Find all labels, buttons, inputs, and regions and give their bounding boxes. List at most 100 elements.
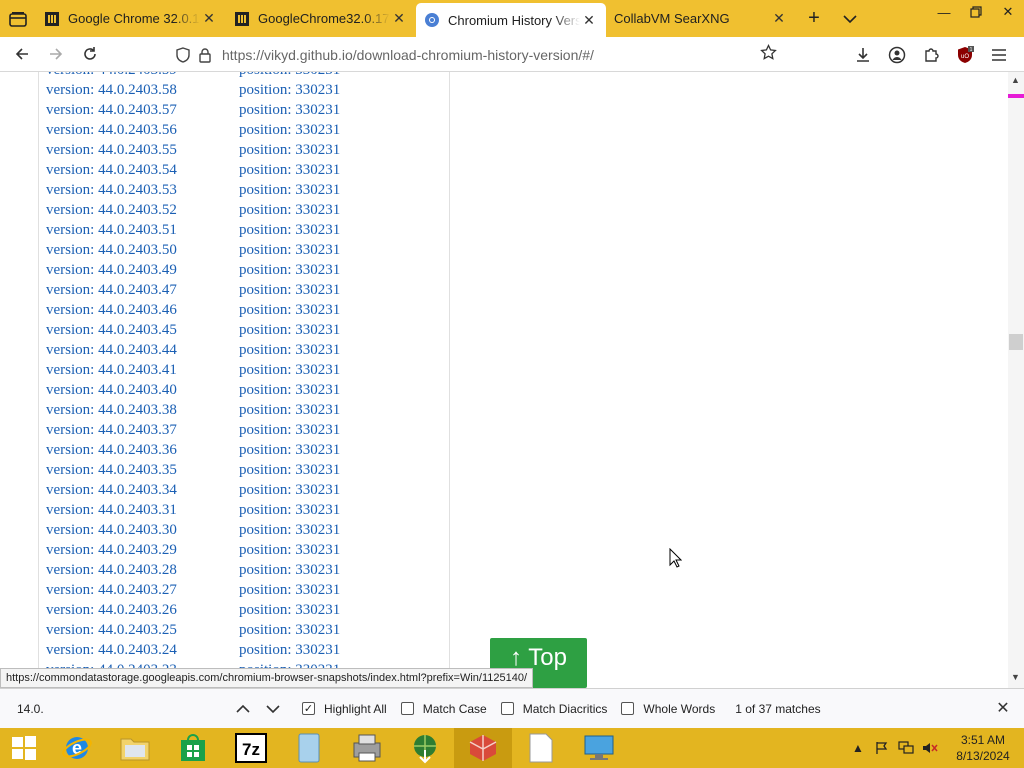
- position-link[interactable]: position: 330231: [239, 82, 439, 99]
- version-link[interactable]: version: 44.0.2403.24: [39, 642, 239, 659]
- position-link[interactable]: position: 330231: [239, 302, 439, 319]
- restore-button[interactable]: [960, 0, 992, 24]
- tab-google-chrome-32[interactable]: Google Chrome 32.0.1700 ✕: [36, 0, 226, 37]
- taskbar-7zip[interactable]: 7z: [222, 728, 280, 768]
- position-link[interactable]: position: 330231: [239, 182, 439, 199]
- taskbar-download-manager[interactable]: [396, 728, 454, 768]
- version-link[interactable]: version: 44.0.2403.44: [39, 342, 239, 359]
- version-link[interactable]: version: 44.0.2403.29: [39, 542, 239, 559]
- list-all-tabs-button[interactable]: [832, 0, 868, 37]
- position-link[interactable]: position: 330231: [239, 422, 439, 439]
- taskbar-notepad[interactable]: [512, 728, 570, 768]
- version-link[interactable]: version: 44.0.2403.26: [39, 602, 239, 619]
- account-button[interactable]: [880, 40, 914, 70]
- position-link[interactable]: position: 330231: [239, 322, 439, 339]
- version-link[interactable]: version: 44.0.2403.50: [39, 242, 239, 259]
- version-link[interactable]: version: 44.0.2403.46: [39, 302, 239, 319]
- match-diacritics-checkbox[interactable]: [500, 702, 514, 715]
- position-link[interactable]: position: 330231: [239, 342, 439, 359]
- whole-words-option[interactable]: Whole Words: [621, 702, 715, 716]
- clock[interactable]: 3:51 AM 8/13/2024: [942, 732, 1024, 764]
- version-link[interactable]: version: 44.0.2403.36: [39, 442, 239, 459]
- new-tab-button[interactable]: +: [796, 0, 832, 37]
- version-link[interactable]: version: 44.0.2403.57: [39, 102, 239, 119]
- find-input[interactable]: [8, 695, 228, 722]
- bookmark-button[interactable]: [760, 43, 777, 66]
- version-link[interactable]: version: 44.0.2403.28: [39, 562, 239, 579]
- version-link[interactable]: version: 44.0.2403.47: [39, 282, 239, 299]
- highlight-all-checkbox[interactable]: ✓: [302, 702, 315, 715]
- reload-button[interactable]: [73, 39, 107, 69]
- position-link[interactable]: position: 330231: [239, 162, 439, 179]
- position-link[interactable]: position: 330231: [239, 262, 439, 279]
- version-link[interactable]: version: 44.0.2403.30: [39, 522, 239, 539]
- taskbar-internet-explorer[interactable]: e: [48, 728, 106, 768]
- vertical-scrollbar[interactable]: ▲ ▼: [1008, 72, 1024, 688]
- version-link[interactable]: version: 44.0.2403.52: [39, 202, 239, 219]
- position-link[interactable]: position: 330231: [239, 242, 439, 259]
- scrollbar-thumb[interactable]: [1009, 334, 1023, 350]
- scroll-up-icon[interactable]: ▲: [1011, 75, 1020, 85]
- menu-button[interactable]: [982, 40, 1016, 70]
- whole-words-checkbox[interactable]: [621, 702, 635, 715]
- url-bar[interactable]: https://vikyd.github.io/download-chromiu…: [172, 41, 784, 69]
- taskbar-store[interactable]: [164, 728, 222, 768]
- position-link[interactable]: position: 330231: [239, 482, 439, 499]
- position-link[interactable]: position: 330231: [239, 102, 439, 119]
- version-link[interactable]: version: 44.0.2403.53: [39, 182, 239, 199]
- taskbar-file-explorer[interactable]: [106, 728, 164, 768]
- scroll-down-icon[interactable]: ▼: [1011, 672, 1020, 682]
- back-button[interactable]: [5, 39, 39, 69]
- match-diacritics-option[interactable]: Match Diacritics: [500, 702, 607, 716]
- tab-collabvm-searxng[interactable]: CollabVM SearXNG ✕: [606, 0, 796, 37]
- highlight-all-option[interactable]: ✓ Highlight All: [302, 702, 387, 716]
- position-link[interactable]: position: 330231: [239, 202, 439, 219]
- taskbar-app-blue[interactable]: [280, 728, 338, 768]
- show-hidden-icons-button[interactable]: ▲: [846, 728, 870, 768]
- position-link[interactable]: position: 330231: [239, 582, 439, 599]
- match-case-checkbox[interactable]: [400, 702, 414, 715]
- extensions-button[interactable]: [914, 40, 948, 70]
- version-link[interactable]: version: 44.0.2403.58: [39, 82, 239, 99]
- position-link[interactable]: position: 330231: [239, 282, 439, 299]
- tab-chromium-history[interactable]: Chromium History Versio ✕: [416, 3, 606, 37]
- action-center-button[interactable]: [870, 728, 894, 768]
- position-link[interactable]: position: 330231: [239, 362, 439, 379]
- close-icon[interactable]: ✕: [770, 10, 788, 28]
- match-case-option[interactable]: Match Case: [400, 702, 487, 716]
- close-window-button[interactable]: ✕: [992, 0, 1024, 24]
- ublock-button[interactable]: uO 1: [948, 40, 982, 70]
- close-icon[interactable]: ✕: [200, 10, 218, 28]
- position-link[interactable]: position: 330231: [239, 562, 439, 579]
- position-link[interactable]: position: 330231: [239, 142, 439, 159]
- position-link[interactable]: position: 330231: [239, 602, 439, 619]
- position-link[interactable]: position: 330231: [239, 642, 439, 659]
- close-icon[interactable]: ✕: [580, 11, 598, 29]
- version-link[interactable]: version: 44.0.2403.55: [39, 142, 239, 159]
- start-button[interactable]: [0, 728, 48, 768]
- volume-button[interactable]: [918, 728, 942, 768]
- taskbar-firefox[interactable]: [454, 728, 512, 768]
- version-link[interactable]: version: 44.0.2403.31: [39, 502, 239, 519]
- version-link[interactable]: version: 44.0.2403.40: [39, 382, 239, 399]
- taskbar-control-panel[interactable]: [570, 728, 628, 768]
- position-link[interactable]: position: 330231: [239, 622, 439, 639]
- find-next-button[interactable]: [258, 696, 288, 722]
- version-link[interactable]: version: 44.0.2403.59: [39, 72, 239, 79]
- position-link[interactable]: position: 330231: [239, 122, 439, 139]
- shield-icon[interactable]: [172, 47, 194, 63]
- tab-list-button[interactable]: [0, 0, 36, 37]
- network-button[interactable]: [894, 728, 918, 768]
- position-link[interactable]: position: 330231: [239, 222, 439, 239]
- find-previous-button[interactable]: [228, 696, 258, 722]
- position-link[interactable]: position: 330231: [239, 502, 439, 519]
- position-link[interactable]: position: 330231: [239, 402, 439, 419]
- taskbar-app-printer[interactable]: [338, 728, 396, 768]
- version-link[interactable]: version: 44.0.2403.54: [39, 162, 239, 179]
- version-link[interactable]: version: 44.0.2403.37: [39, 422, 239, 439]
- position-link[interactable]: position: 330231: [239, 72, 439, 79]
- version-link[interactable]: version: 44.0.2403.51: [39, 222, 239, 239]
- position-link[interactable]: position: 330231: [239, 382, 439, 399]
- tab-googlechrome-32[interactable]: GoogleChrome32.0.1700 ✕: [226, 0, 416, 37]
- lock-icon[interactable]: [194, 47, 216, 63]
